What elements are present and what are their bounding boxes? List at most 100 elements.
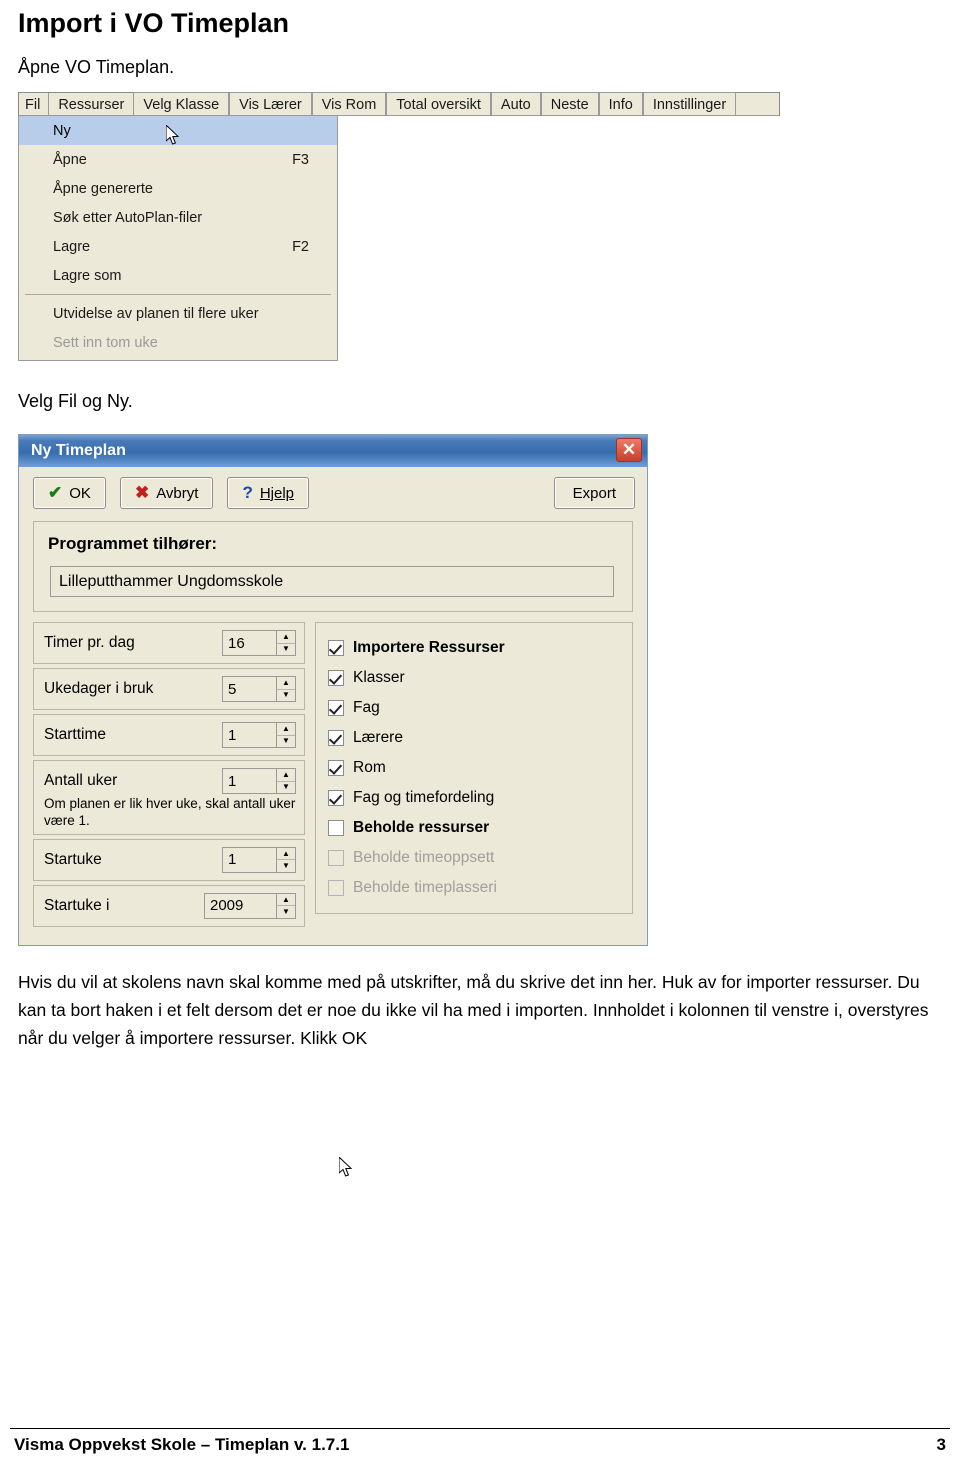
menubar-item-vis-laerer[interactable]: Vis Lærer — [229, 92, 312, 116]
fil-dropdown-menu[interactable]: Ny Åpne F3 Åpne genererte Søk etter Auto… — [18, 116, 338, 361]
menubar-item-auto[interactable]: Auto — [490, 92, 541, 116]
field-timer-pr-dag-label: Timer pr. dag — [44, 634, 135, 651]
page-footer: Visma Oppvekst Skole – Timeplan v. 1.7.1… — [10, 1428, 950, 1455]
app-menubar[interactable]: Fil Ressurser Velg Klasse Vis Lærer Vis … — [18, 92, 780, 116]
ukedager-i-bruk-value: 5 — [223, 677, 276, 701]
help-button[interactable]: ? Hjelp — [227, 477, 310, 509]
checkbox-laerere-label: Lærere — [353, 729, 403, 746]
menubar-item-neste[interactable]: Neste — [540, 92, 599, 116]
checkbox-fag-og-timefordeling[interactable]: Fag og timefordeling — [326, 783, 624, 813]
close-icon[interactable]: ✕ — [616, 438, 642, 462]
antall-uker-note: Om planen er lik hver uke, skal antall u… — [44, 796, 296, 828]
menu-item-apne-genererte-label: Åpne genererte — [53, 180, 153, 197]
field-ukedager-i-bruk-label: Ukedager i bruk — [44, 680, 154, 697]
timer-pr-dag-stepper[interactable]: 16 ▲ ▼ — [222, 630, 296, 656]
menu-screenshot: Fil Ressurser Velg Klasse Vis Lærer Vis … — [18, 92, 780, 361]
field-antall-uker-label: Antall uker — [44, 772, 118, 789]
checkbox-rom[interactable]: Rom — [326, 753, 624, 783]
menubar-item-velg-klasse[interactable]: Velg Klasse — [133, 92, 230, 116]
page-title: Import i VO Timeplan — [18, 8, 290, 38]
ok-button-label: OK — [69, 484, 91, 502]
checkbox-icon[interactable] — [328, 700, 344, 716]
checkbox-klasser[interactable]: Klasser — [326, 663, 624, 693]
stepper-arrows-icon[interactable]: ▲ ▼ — [276, 847, 295, 872]
check-icon: ✔ — [48, 483, 63, 502]
footer-divider — [10, 1428, 950, 1429]
field-ukedager-i-bruk: Ukedager i bruk 5 ▲ ▼ — [33, 668, 305, 710]
export-button-label: Export — [572, 484, 616, 502]
startuke-value: 1 — [223, 847, 276, 872]
dialog-title-label: Ny Timeplan — [31, 442, 126, 459]
stepper-arrows-icon[interactable]: ▲ ▼ — [276, 893, 295, 918]
cross-icon: ✖ — [134, 483, 150, 502]
field-startuke-label: Startuke — [44, 850, 102, 868]
checkbox-laerere[interactable]: Lærere — [326, 723, 624, 753]
starttime-stepper[interactable]: 1 ▲ ▼ — [222, 722, 296, 748]
menu-item-apne-genererte[interactable]: Åpne genererte — [19, 174, 337, 203]
menu-item-ny-label: Ny — [53, 122, 71, 139]
checkbox-icon[interactable] — [328, 820, 344, 836]
cancel-button[interactable]: ✖ Avbryt — [119, 477, 214, 509]
owner-panel-label: Programmet tilhører: — [48, 534, 218, 553]
menu-item-lagre-som[interactable]: Lagre som — [19, 261, 337, 290]
menu-item-sok-autoplan[interactable]: Søk etter AutoPlan-filer — [19, 203, 337, 232]
checkbox-importere-ressurser[interactable]: Importere Ressurser — [326, 633, 624, 663]
checkbox-icon — [328, 850, 344, 866]
footer-page-number: 3 — [936, 1435, 946, 1454]
menu-item-apne-shortcut: F3 — [292, 151, 309, 168]
menubar-item-ressurser[interactable]: Ressurser — [49, 93, 133, 115]
settings-column: Timer pr. dag 16 ▲ ▼ Ukedager i bruk 5 ▲ ▼… — [33, 622, 305, 931]
field-starttime-label: Starttime — [44, 726, 107, 743]
menubar-item-vis-rom[interactable]: Vis Rom — [311, 92, 387, 116]
checkbox-icon[interactable] — [328, 670, 344, 686]
field-startuke-i: Startuke i 2009 ▲ ▼ — [33, 884, 305, 927]
checkbox-icon[interactable] — [328, 760, 344, 776]
school-name-input[interactable]: Lilleputthammer Ungdomsskole — [50, 566, 614, 597]
stepper-arrows-icon[interactable]: ▲ ▼ — [276, 631, 295, 655]
stepper-arrows-icon[interactable]: ▲ ▼ — [276, 723, 295, 747]
menu-item-apne-label: Åpne — [53, 151, 87, 168]
stepper-arrows-icon[interactable]: ▲ ▼ — [276, 769, 295, 793]
checkbox-beholde-timeplasseri-label: Beholde timeplasseri — [353, 879, 497, 896]
starttime-value: 1 — [223, 723, 276, 747]
ukedager-i-bruk-stepper[interactable]: 5 ▲ ▼ — [222, 676, 296, 702]
menubar-item-fil[interactable]: Fil — [19, 93, 50, 115]
field-timer-pr-dag: Timer pr. dag 16 ▲ ▼ — [33, 622, 305, 664]
startuke-i-stepper[interactable]: 2009 ▲ ▼ — [204, 892, 296, 919]
checkbox-beholde-ressurser[interactable]: Beholde ressurser — [326, 813, 624, 843]
menubar-item-innstillinger[interactable]: Innstillinger — [642, 92, 737, 116]
checkbox-importere-ressurser-label: Importere Ressurser — [353, 639, 505, 656]
menu-item-lagre-shortcut: F2 — [292, 238, 309, 255]
cancel-button-label: Avbryt — [156, 484, 199, 502]
subtitle-text: Åpne VO Timeplan. — [18, 57, 175, 77]
checkbox-icon[interactable] — [328, 730, 344, 746]
stepper-arrows-icon[interactable]: ▲ ▼ — [276, 677, 295, 701]
export-button[interactable]: Export — [553, 477, 635, 509]
checkbox-icon[interactable] — [328, 790, 344, 806]
menu-item-ny[interactable]: Ny — [19, 116, 337, 145]
menu-item-sett-inn-tom-uke-label: Sett inn tom uke — [53, 334, 158, 351]
antall-uker-stepper[interactable]: 1 ▲ ▼ — [222, 768, 296, 794]
checkbox-icon[interactable] — [328, 640, 344, 656]
menu-item-apne[interactable]: Åpne F3 — [19, 145, 337, 174]
menu-item-lagre-label: Lagre — [53, 238, 91, 255]
dialog-titlebar: Ny Timeplan ✕ — [19, 435, 647, 467]
menu-item-lagre[interactable]: Lagre F2 — [19, 232, 337, 261]
dialog-body: Timer pr. dag 16 ▲ ▼ Ukedager i bruk 5 ▲ ▼… — [33, 622, 633, 1177]
ny-timeplan-dialog: Ny Timeplan ✕ ✔ OK ✖ Avbryt ? Hjelp Expo… — [18, 434, 648, 1177]
startuke-stepper[interactable]: 1 ▲ ▼ — [222, 846, 296, 873]
checkbox-fag[interactable]: Fag — [326, 693, 624, 723]
ok-button[interactable]: ✔ OK — [33, 477, 106, 509]
field-antall-uker: Antall uker 1 ▲ ▼ Om planen er lik hver u… — [33, 760, 305, 835]
field-starttime: Starttime 1 ▲ ▼ — [33, 714, 305, 756]
menubar-item-info[interactable]: Info — [598, 92, 643, 116]
owner-panel: Programmet tilhører: Lilleputthammer Ung… — [33, 521, 633, 612]
checkbox-beholde-ressurser-label: Beholde ressurser — [353, 819, 490, 836]
document-page: Import i VO Timeplan Åpne VO Timeplan. F… — [0, 0, 960, 1473]
checkbox-fag-label: Fag — [353, 699, 380, 716]
footer-left-text: Visma Oppvekst Skole – Timeplan v. 1.7.1 — [14, 1435, 350, 1454]
checkbox-beholde-timeoppsett: Beholde timeoppsett — [326, 843, 624, 873]
menu-item-utvidelse[interactable]: Utvidelse av planen til flere uker — [19, 299, 337, 328]
body-paragraph: Hvis du vil at skolens navn skal komme m… — [18, 971, 929, 1049]
menubar-item-total-oversikt[interactable]: Total oversikt — [386, 92, 491, 116]
